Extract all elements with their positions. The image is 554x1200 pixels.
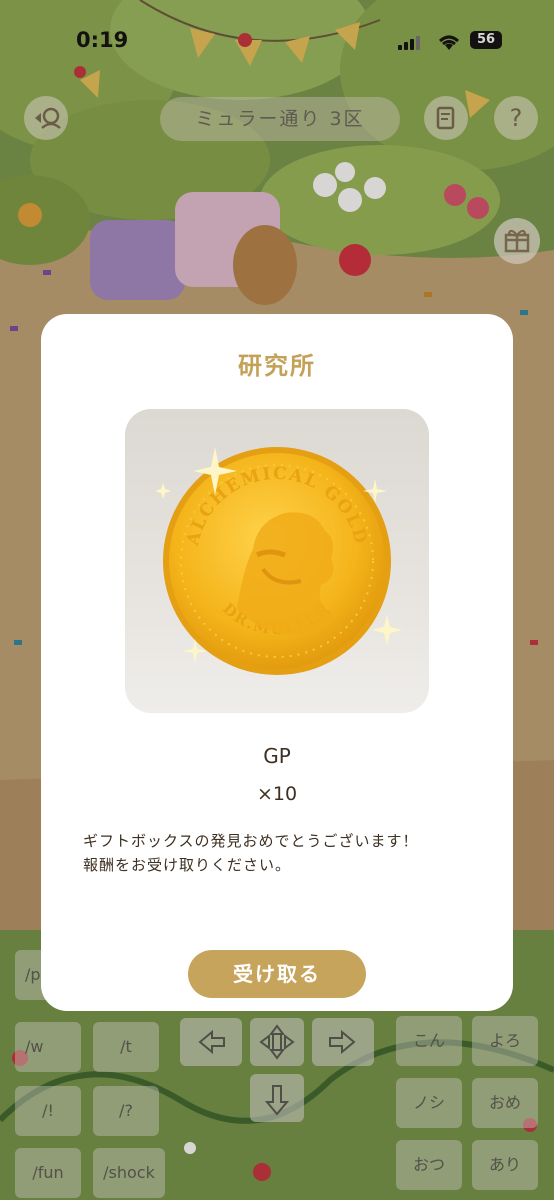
reward-dialog: 研究所 ALCHEMICAL GOLD DR.MULLER — [41, 314, 513, 1011]
item-quantity: ×10 — [256, 783, 298, 805]
item-name: GP — [263, 744, 291, 768]
message-line-1: ギフトボックスの発見おめでとうございます！ — [83, 832, 419, 850]
accept-button[interactable]: 受け取る — [188, 950, 366, 998]
reward-message: ギフトボックスの発見おめでとうございます！ 報酬をお受け取りください。 — [83, 829, 483, 877]
reward-image: ALCHEMICAL GOLD DR.MULLER — [125, 409, 429, 713]
dialog-title: 研究所 — [238, 352, 316, 380]
message-line-2: 報酬をお受け取りください。 — [83, 856, 292, 874]
gold-coin-icon: ALCHEMICAL GOLD DR.MULLER — [155, 447, 402, 675]
